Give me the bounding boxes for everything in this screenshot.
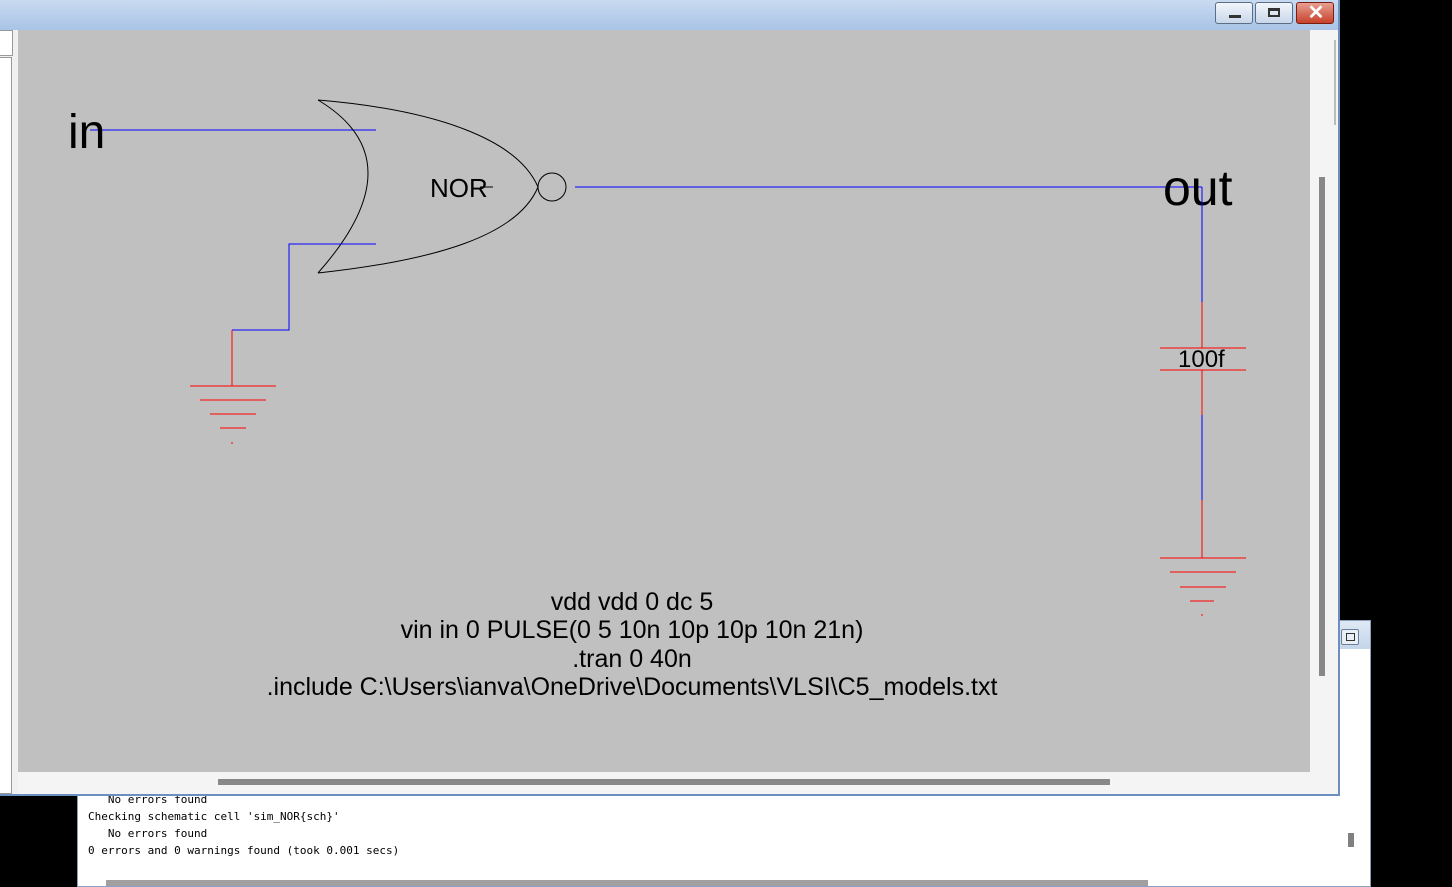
message-line: No errors found	[88, 827, 208, 840]
schematic-window: ✕ in NOR out 100f vdd vdd 0 dc 5 vin in …	[0, 0, 1340, 796]
spice-code-block[interactable]: vdd vdd 0 dc 5 vin in 0 PULSE(0 5 10n 10…	[267, 588, 998, 701]
spice-line: vin in 0 PULSE(0 5 10n 10p 10p 10n 21n)	[401, 616, 864, 644]
left-panel-edge	[0, 30, 18, 794]
side-panel[interactable]	[0, 57, 12, 794]
messages-maximize-button[interactable]	[1341, 629, 1359, 645]
capacitor-value: 100f	[1178, 346, 1225, 373]
horizontal-scrollbar-area	[18, 772, 1310, 794]
maximize-button[interactable]	[1255, 2, 1293, 24]
nor-gate-back	[317, 99, 369, 274]
vertical-scrollbar-thumb[interactable]	[1319, 177, 1325, 676]
nor-gate-bubble	[537, 172, 567, 202]
vertical-scrollbar-area	[1310, 30, 1338, 794]
ground-symbol-right	[1160, 557, 1246, 616]
maximize-icon	[1268, 8, 1280, 17]
schematic-drawing[interactable]: in NOR out 100f vdd vdd 0 dc 5 vin in 0 …	[18, 30, 1310, 772]
spice-line: .tran 0 40n	[572, 645, 692, 673]
nor-gate-top	[317, 99, 539, 188]
schematic-canvas[interactable]: in NOR out 100f vdd vdd 0 dc 5 vin in 0 …	[18, 30, 1310, 772]
message-line: Checking schematic cell 'sim_NOR{sch}'	[88, 810, 340, 823]
messages-log: No errors found Checking schematic cell '…	[88, 791, 1338, 859]
side-tab[interactable]	[0, 30, 13, 56]
message-line: 0 errors and 0 warnings found (took 0.00…	[88, 844, 400, 857]
minimize-button[interactable]	[1215, 2, 1253, 24]
spice-line: vdd vdd 0 dc 5	[551, 588, 714, 616]
output-label: out	[1163, 160, 1233, 216]
horizontal-scrollbar-thumb[interactable]	[218, 779, 1110, 785]
ground-symbol-left	[190, 385, 276, 444]
maximize-icon	[1346, 633, 1355, 641]
window-titlebar: ✕	[0, 0, 1338, 30]
scroll-track	[1334, 40, 1336, 125]
close-button[interactable]: ✕	[1296, 2, 1334, 24]
messages-horizontal-scrollbar[interactable]	[106, 880, 1148, 886]
input-label: in	[68, 106, 105, 159]
minimize-icon	[1229, 15, 1241, 18]
messages-vertical-scrollbar[interactable]	[1348, 833, 1354, 847]
input-b-wire[interactable]	[232, 243, 376, 331]
nor-gate-bottom	[317, 186, 539, 274]
close-icon: ✕	[1307, 2, 1325, 24]
gate-label: NOR	[430, 173, 488, 203]
spice-line: .include C:\Users\ianva\OneDrive\Documen…	[267, 673, 998, 701]
